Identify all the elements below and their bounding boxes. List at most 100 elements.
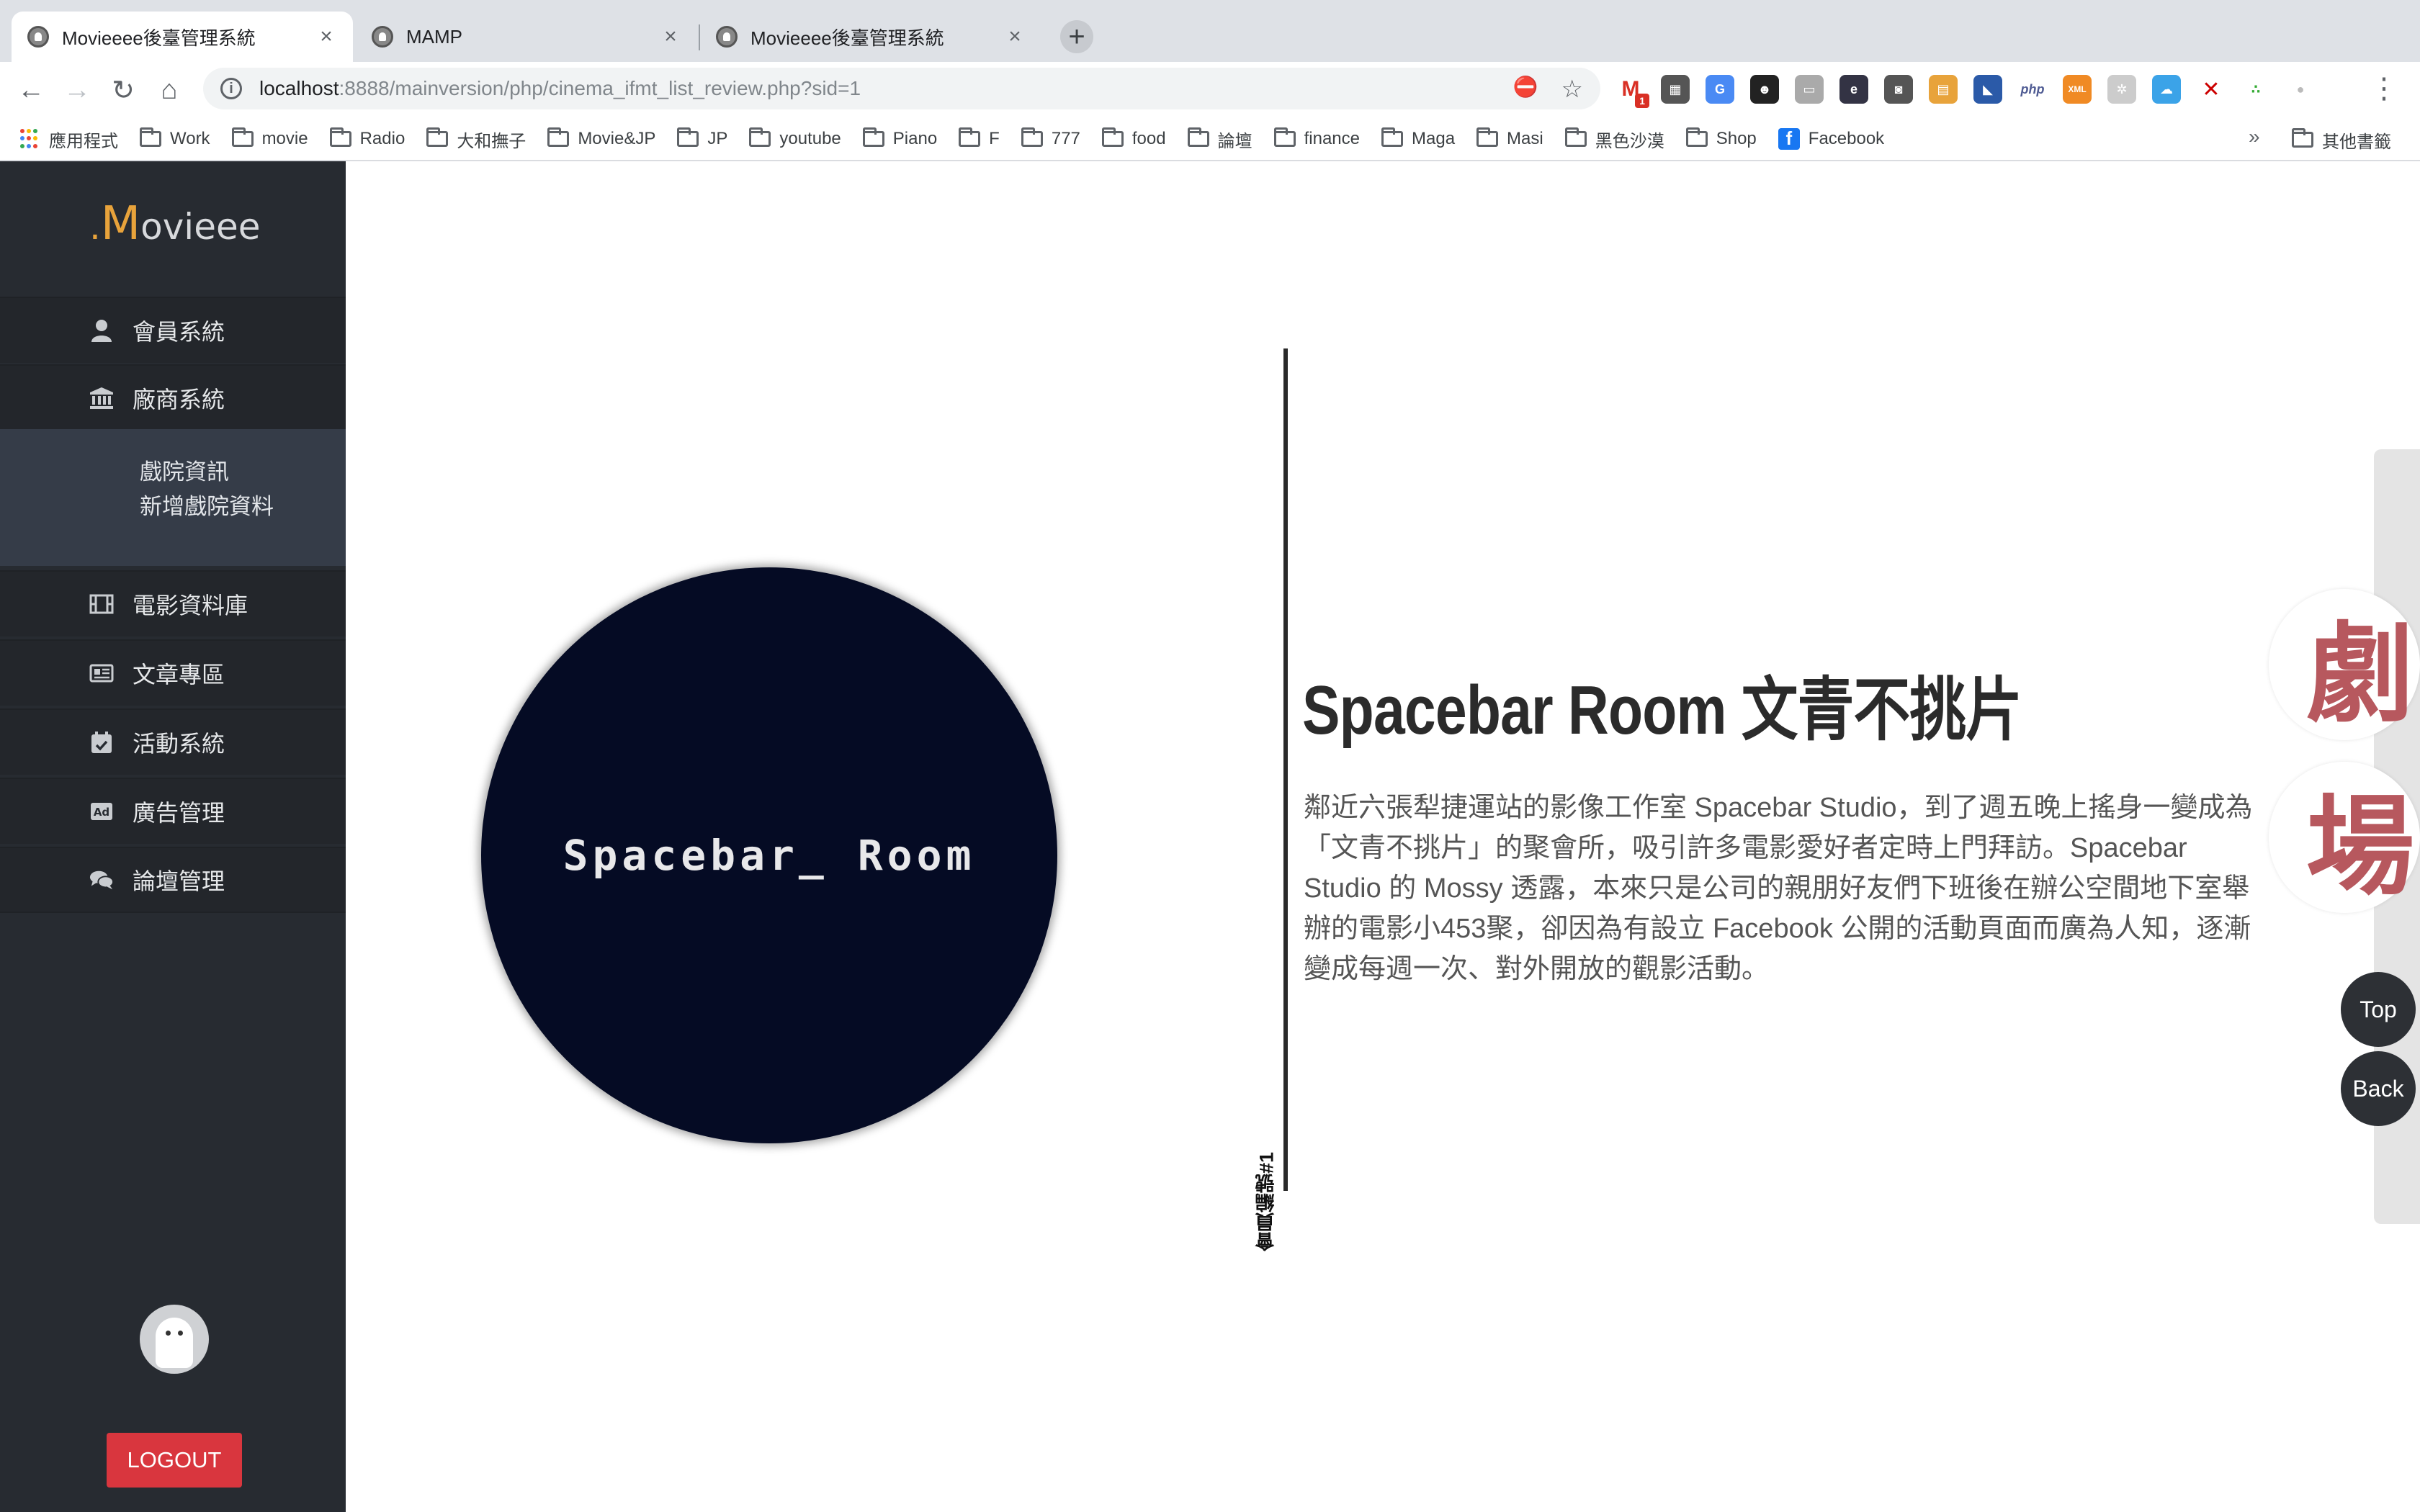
- home-icon[interactable]: ⌂: [151, 72, 187, 108]
- comments-icon: [89, 868, 114, 892]
- dots-extension-icon[interactable]: ∴: [2241, 75, 2270, 104]
- gmail-icon[interactable]: M1: [1616, 75, 1649, 108]
- sidebar-item-events[interactable]: 活動系統: [0, 708, 346, 775]
- sidebar-item-articles[interactable]: 文章專區: [0, 639, 346, 706]
- bookmark-folder[interactable]: food: [1101, 127, 1166, 149]
- bookmark-folder[interactable]: JP: [677, 127, 728, 149]
- chart-icon[interactable]: ◣: [1973, 75, 2002, 104]
- folder-icon: [547, 127, 570, 147]
- bookmark-folder[interactable]: Work: [140, 127, 210, 149]
- logout-button[interactable]: LOGOUT: [107, 1433, 242, 1488]
- bookmark-folder[interactable]: Maga: [1381, 127, 1456, 149]
- bookmark-apps[interactable]: 應用程式: [20, 127, 118, 152]
- bookmark-folder[interactable]: Radio: [329, 127, 405, 149]
- sidebar-item-movies[interactable]: 電影資料庫: [0, 570, 346, 636]
- bookmark-folder[interactable]: Shop: [1685, 127, 1757, 149]
- bookmark-label: JP: [707, 129, 728, 148]
- address-bar[interactable]: i localhost :8888/mainversion/php/cinema…: [203, 68, 1600, 109]
- bookmark-folder[interactable]: F: [959, 127, 1000, 149]
- cinema-logo-text: Spacebar_ Room: [563, 831, 976, 880]
- bookmark-label: Movie&JP: [578, 129, 656, 148]
- xml-icon[interactable]: XML: [2063, 75, 2092, 104]
- profile-icon[interactable]: ●: [2286, 75, 2315, 104]
- gmail-badge: 1: [1635, 94, 1649, 108]
- bookmark-label: Radio: [359, 129, 405, 148]
- submenu-add-cinema[interactable]: 新增戲院資料: [140, 490, 346, 524]
- evernote-icon[interactable]: e: [1839, 75, 1868, 104]
- folder-icon: [2292, 128, 2313, 148]
- info-icon[interactable]: i: [220, 78, 242, 99]
- bookmark-label: Work: [170, 129, 210, 148]
- kebab-menu-icon[interactable]: ⋮: [2370, 72, 2398, 105]
- new-tab-button[interactable]: +: [1060, 20, 1093, 53]
- forward-arrow-icon[interactable]: →: [59, 72, 95, 108]
- bookmark-folder[interactable]: 大和撫子: [426, 127, 526, 152]
- back-arrow-icon[interactable]: ←: [13, 72, 49, 108]
- sidebar-item-label: 活動系統: [133, 731, 225, 757]
- member-number: 會員編號#1: [1255, 1151, 1278, 1251]
- reload-icon[interactable]: ↻: [105, 72, 141, 108]
- side-char-venue: 場: [2269, 762, 2420, 913]
- browser-tab-active[interactable]: Movieeee後臺管理系統 ×: [12, 12, 353, 62]
- sidebar-item-forum[interactable]: 論壇管理: [0, 847, 346, 913]
- browser-tab[interactable]: MAMP ×: [356, 12, 697, 62]
- calendar-check-icon: [89, 730, 114, 755]
- browser-tab[interactable]: Movieeee後臺管理系統 ×: [700, 12, 1041, 62]
- top-button[interactable]: Top: [2341, 972, 2416, 1047]
- sidebar-item-ads[interactable]: Ad 廣告管理: [0, 778, 346, 844]
- google-translate-icon[interactable]: G: [1706, 75, 1734, 104]
- url-path: :8888/mainversion/php/cinema_ifmt_list_r…: [339, 77, 861, 99]
- sidebar-item-label: 廠商系統: [133, 387, 225, 413]
- page-title: Spacebar Room 文青不挑片: [1302, 672, 2022, 749]
- folder-icon: [1685, 127, 1708, 147]
- other-bookmarks-folder[interactable]: 其他書籤: [2292, 118, 2391, 161]
- bookmark-folder[interactable]: Movie&JP: [547, 127, 656, 149]
- user-avatar[interactable]: [140, 1305, 209, 1374]
- ghostery-icon[interactable]: ☻: [1750, 75, 1779, 104]
- bookmark-folder[interactable]: Piano: [862, 127, 937, 149]
- bookmark-label: 其他書籤: [2322, 132, 2391, 152]
- extension-icon[interactable]: ▭: [1795, 75, 1824, 104]
- bookmark-folder[interactable]: 論壇: [1187, 127, 1252, 152]
- php-icon[interactable]: php: [2018, 75, 2047, 104]
- bookmark-label: Maga: [1412, 129, 1456, 148]
- submenu-cinema-info[interactable]: 戲院資訊: [140, 455, 346, 490]
- qr-code-icon[interactable]: ▦: [1661, 75, 1690, 104]
- folder-icon: [1101, 127, 1124, 147]
- sidebar-item-members[interactable]: 會員系統: [0, 297, 346, 363]
- x-extension-icon[interactable]: ✕: [2197, 75, 2226, 104]
- close-icon[interactable]: ×: [660, 24, 681, 49]
- bookmark-label: movie: [261, 129, 308, 148]
- extensions-row: M1 ▦ G ☻ ▭ e ◙ ▤ ◣ php XML ✲ ☁ ✕ ∴ ●: [1616, 75, 2315, 108]
- sidebar: .Movieee 會員系統 廠商系統 戲院資訊 新增戲院資料 電影資料庫 文章專…: [0, 161, 346, 1512]
- vendors-submenu: 戲院資訊 新增戲院資料: [0, 429, 346, 566]
- bookmark-facebook[interactable]: f Facebook: [1778, 127, 1884, 150]
- bookmark-folder[interactable]: finance: [1273, 127, 1360, 149]
- bookmark-folder[interactable]: 777: [1021, 127, 1080, 149]
- line-icon[interactable]: ◙: [1884, 75, 1913, 104]
- calendar-icon[interactable]: ▤: [1929, 75, 1958, 104]
- sidebar-item-label: 會員系統: [133, 319, 225, 345]
- bookmark-star-icon[interactable]: ☆: [1561, 75, 1583, 104]
- app-logo[interactable]: .Movieee: [89, 197, 260, 251]
- browser-toolbar: ← → ↻ ⌂ i localhost :8888/mainversion/ph…: [0, 62, 2420, 118]
- cinema-logo-image: Spacebar_ Room: [481, 567, 1057, 1143]
- close-icon[interactable]: ×: [315, 24, 337, 49]
- puzzle-icon[interactable]: ✲: [2107, 75, 2136, 104]
- logo-dot: .: [89, 206, 101, 248]
- bookmark-label: Masi: [1507, 129, 1543, 148]
- bookmark-label: 黑色沙漠: [1595, 131, 1664, 151]
- folder-icon: [959, 127, 981, 147]
- mamp-favicon-icon: [372, 26, 393, 48]
- bookmark-folder[interactable]: movie: [231, 127, 308, 149]
- folder-icon: [1021, 127, 1043, 147]
- sidebar-item-vendors[interactable]: 廠商系統: [0, 364, 346, 431]
- cloud-icon[interactable]: ☁: [2152, 75, 2181, 104]
- bookmark-folder[interactable]: 黑色沙漠: [1564, 127, 1664, 152]
- translate-blocked-icon[interactable]: ⛔: [1513, 75, 1538, 104]
- back-button[interactable]: Back: [2341, 1051, 2416, 1126]
- close-icon[interactable]: ×: [1004, 24, 1026, 49]
- bookmark-folder[interactable]: Masi: [1476, 127, 1543, 149]
- bookmarks-overflow-icon[interactable]: »: [2249, 125, 2260, 148]
- bookmark-folder[interactable]: youtube: [749, 127, 841, 149]
